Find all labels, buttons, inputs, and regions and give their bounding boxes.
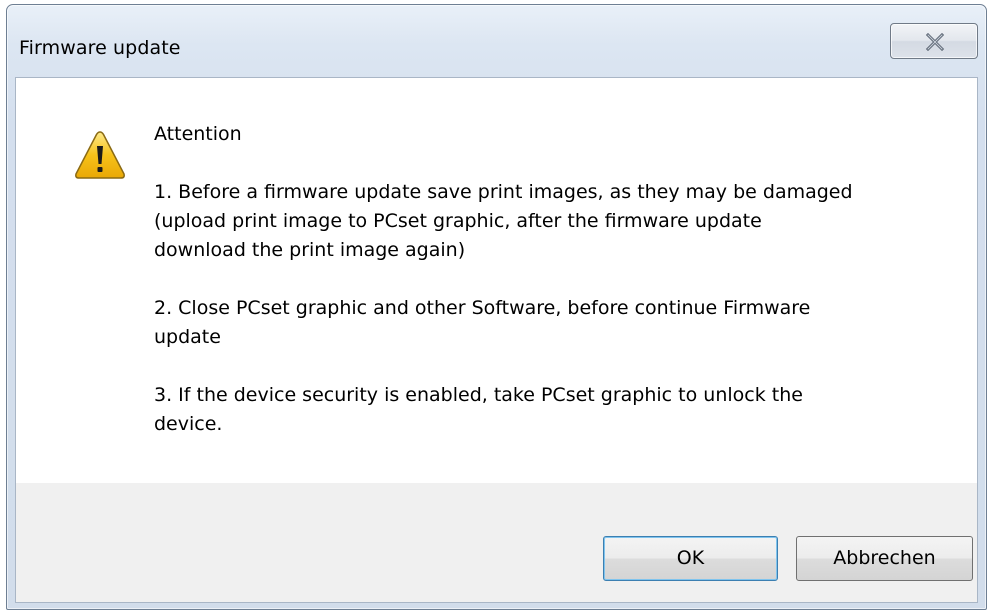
title-bar[interactable]: Firmware update [7, 5, 986, 77]
message-text: Attention 1. Before a firmware update sa… [154, 120, 954, 468]
message-point-2: 2. Close PCset graphic and other Softwar… [154, 297, 811, 348]
message-point-3: 3. If the device security is enabled, ta… [154, 384, 803, 435]
ok-button[interactable]: OK [603, 536, 778, 581]
warning-icon [75, 131, 125, 179]
button-bar: OK Abbrechen [16, 483, 977, 602]
message-area: Attention 1. Before a firmware update sa… [16, 78, 977, 483]
message-heading: Attention [154, 123, 242, 145]
message-point-1: 1. Before a firmware update save print i… [154, 181, 853, 261]
dialog-window: Firmware update Attention 1. Before a fi… [6, 4, 987, 610]
close-button[interactable] [890, 23, 978, 59]
dialog-client-area: Attention 1. Before a firmware update sa… [15, 77, 978, 603]
close-icon [925, 33, 945, 51]
window-title: Firmware update [19, 37, 181, 59]
cancel-button[interactable]: Abbrechen [796, 536, 973, 581]
